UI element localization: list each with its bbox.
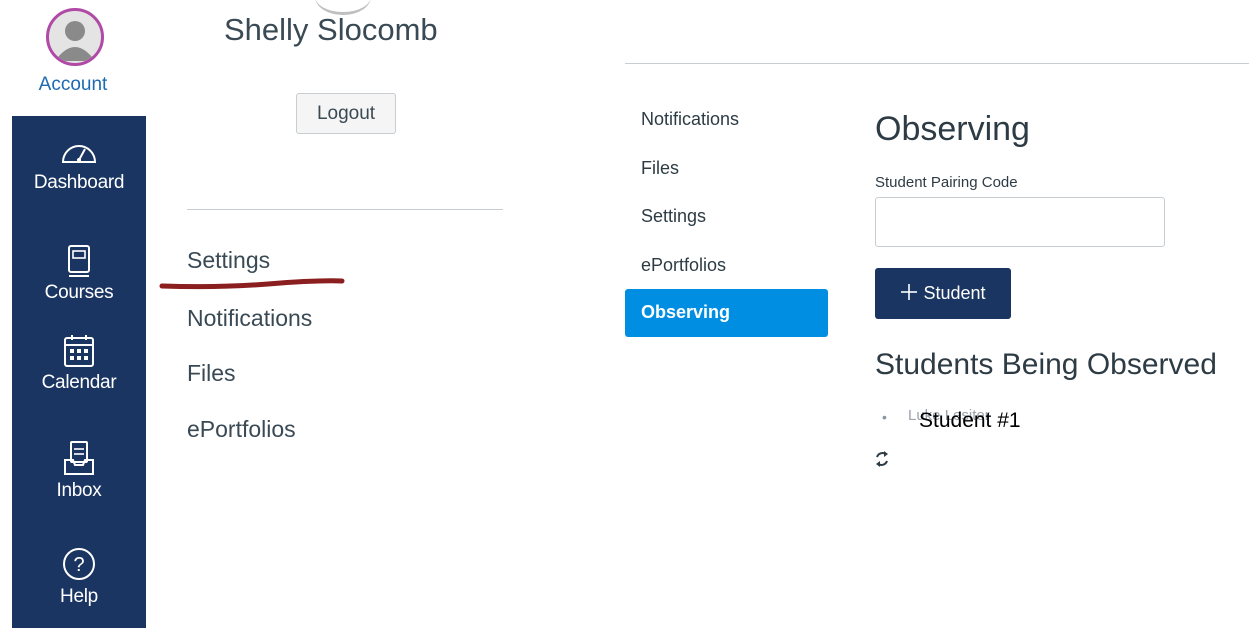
help-icon: ?: [63, 548, 95, 580]
nav-item-calendar[interactable]: Calendar: [12, 334, 146, 394]
students-heading: Students Being Observed: [875, 348, 1217, 381]
global-nav: Dashboard Courses Calendar Inbox ? Help: [12, 116, 146, 628]
add-student-label: Student: [923, 283, 986, 303]
dashboard-icon: [61, 145, 97, 163]
nav-label-inbox: Inbox: [56, 480, 102, 501]
svg-text:?: ?: [73, 554, 84, 576]
student-name-overlay: Student #1: [919, 409, 1021, 432]
inbox-icon: [64, 441, 94, 475]
divider: [187, 209, 503, 210]
nav-label-courses: Courses: [44, 282, 114, 303]
divider: [625, 63, 1249, 64]
nav-item-courses[interactable]: Courses: [12, 244, 146, 304]
account-nav-observing[interactable]: Observing: [625, 289, 828, 337]
account-nav-observing-label: Observing: [641, 302, 731, 322]
nav-item-inbox[interactable]: Inbox: [12, 440, 146, 502]
user-name: Shelly Slocomb: [224, 12, 438, 47]
plus-icon: [901, 284, 918, 300]
profile-link-settings[interactable]: Settings: [187, 247, 270, 274]
pairing-code-label: Student Pairing Code: [875, 174, 1018, 191]
profile-link-notifications[interactable]: Notifications: [187, 305, 312, 332]
profile-link-eportfolios[interactable]: ePortfolios: [187, 416, 296, 443]
account-nav-files[interactable]: Files: [641, 158, 679, 179]
nav-label-dashboard: Dashboard: [33, 172, 125, 193]
avatar: [46, 8, 104, 66]
user-silhouette-icon: [55, 21, 95, 61]
account-nav-eportfolios[interactable]: ePortfolios: [641, 255, 726, 276]
annotation-underline: [159, 278, 345, 290]
add-student-button[interactable]: Student: [875, 268, 1011, 319]
account-nav-settings[interactable]: Settings: [641, 206, 706, 227]
nav-item-help[interactable]: ? Help: [12, 546, 146, 608]
nav-label-calendar: Calendar: [41, 372, 117, 393]
profile-link-files[interactable]: Files: [187, 360, 236, 387]
calendar-icon: [64, 335, 94, 367]
refresh-icon[interactable]: [874, 449, 890, 469]
account-nav-notifications[interactable]: Notifications: [641, 109, 739, 130]
courses-icon: [68, 245, 90, 277]
account-nav-item[interactable]: Account: [0, 0, 146, 116]
pairing-code-input[interactable]: [875, 197, 1165, 247]
nav-label-help: Help: [60, 586, 98, 607]
list-bullet: •: [882, 409, 887, 425]
account-label: Account: [38, 74, 108, 95]
page-title: Observing: [875, 110, 1030, 148]
logout-button[interactable]: Logout: [296, 93, 396, 134]
nav-item-dashboard[interactable]: Dashboard: [12, 136, 146, 194]
